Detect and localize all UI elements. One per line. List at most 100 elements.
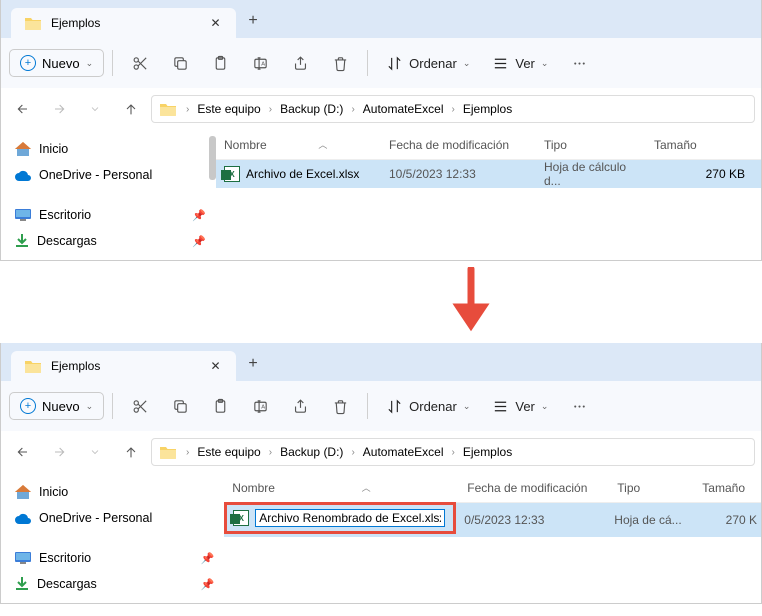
arrow-up-icon [123, 101, 139, 117]
forward-button[interactable] [43, 436, 75, 468]
new-tab-button[interactable]: + [236, 4, 270, 38]
chevron-down-icon: ⌄ [86, 401, 94, 412]
sort-button[interactable]: Ordenar ⌄ [376, 45, 480, 81]
pin-icon: 📌 [201, 552, 215, 565]
breadcrumb[interactable]: Backup (D:) [276, 443, 347, 461]
scissors-icon [132, 398, 149, 415]
sidebar-item-desktop[interactable]: Escritorio 📌 [1, 545, 224, 571]
breadcrumb[interactable]: Este equipo [193, 443, 264, 461]
separator [112, 50, 113, 76]
arrow-left-icon [15, 101, 31, 117]
breadcrumb[interactable]: Backup (D:) [276, 100, 347, 118]
sidebar-item-downloads[interactable]: Descargas 📌 [1, 228, 216, 254]
address-bar[interactable]: › Este equipo › Backup (D:) › AutomateEx… [151, 95, 755, 123]
back-button[interactable] [7, 93, 39, 125]
col-type[interactable]: Tipo [609, 481, 694, 495]
cut-button[interactable] [121, 388, 159, 424]
file-type: Hoja de cálculo d... [536, 160, 646, 188]
chevron-right-icon: › [184, 104, 191, 115]
rename-button[interactable]: A [241, 388, 279, 424]
sidebar-item-onedrive[interactable]: OneDrive - Personal [1, 162, 216, 188]
file-size: 270 K [699, 513, 761, 527]
chevron-down-icon [89, 103, 101, 115]
sidebar-item-downloads[interactable]: Descargas 📌 [1, 571, 224, 597]
separator [367, 50, 368, 76]
ellipsis-icon [571, 55, 588, 72]
view-button[interactable]: Ver ⌄ [482, 388, 558, 424]
copy-button[interactable] [161, 388, 199, 424]
view-icon [492, 55, 509, 72]
sort-button[interactable]: Ordenar ⌄ [376, 388, 480, 424]
new-button[interactable]: + Nuevo ⌄ [9, 49, 104, 77]
new-button[interactable]: + Nuevo ⌄ [9, 392, 104, 420]
close-icon[interactable]: ✕ [209, 359, 222, 373]
col-name[interactable]: Nombre︿ [216, 138, 381, 152]
sidebar-item-label: Inicio [39, 142, 68, 156]
breadcrumb[interactable]: Este equipo [193, 100, 264, 118]
col-name[interactable]: Nombre︿ [224, 481, 459, 495]
rename-button[interactable]: A [241, 45, 279, 81]
sort-label: Ordenar [409, 399, 457, 414]
forward-button[interactable] [43, 93, 75, 125]
paste-button[interactable] [201, 45, 239, 81]
file-row-renaming[interactable]: 0/5/2023 12:33 Hoja de cá... 270 K [224, 503, 761, 537]
breadcrumb[interactable]: Ejemplos [459, 443, 516, 461]
new-tab-button[interactable]: + [236, 347, 270, 381]
sidebar-item-home[interactable]: Inicio [1, 136, 216, 162]
tab-ejemplos[interactable]: Ejemplos ✕ [11, 351, 236, 381]
sidebar-item-label: Inicio [39, 485, 68, 499]
back-button[interactable] [7, 436, 39, 468]
delete-button[interactable] [321, 388, 359, 424]
sidebar-item-onedrive[interactable]: OneDrive - Personal [1, 505, 224, 531]
view-button[interactable]: Ver ⌄ [482, 45, 558, 81]
tab-ejemplos[interactable]: Ejemplos ✕ [11, 8, 236, 38]
close-icon[interactable]: ✕ [209, 16, 222, 30]
desktop-icon [15, 552, 31, 564]
folder-icon [25, 17, 41, 30]
file-row[interactable]: Archivo de Excel.xlsx 10/5/2023 12:33 Ho… [216, 160, 761, 188]
chevron-right-icon: › [184, 447, 191, 458]
paste-button[interactable] [201, 388, 239, 424]
arrow-right-icon [51, 444, 67, 460]
clipboard-icon [212, 398, 229, 415]
sidebar-item-label: OneDrive - Personal [39, 168, 152, 182]
recent-button[interactable] [79, 93, 111, 125]
col-size[interactable]: Tamaño [646, 138, 761, 152]
breadcrumb[interactable]: AutomateExcel [359, 100, 448, 118]
col-date[interactable]: Fecha de modificación [459, 481, 609, 495]
breadcrumb[interactable]: Ejemplos [459, 100, 516, 118]
share-button[interactable] [281, 45, 319, 81]
sidebar-item-home[interactable]: Inicio [1, 479, 224, 505]
home-icon [15, 485, 31, 499]
column-headers: Nombre︿ Fecha de modificación Tipo Tamañ… [224, 473, 761, 503]
tab-label: Ejemplos [51, 16, 199, 30]
share-button[interactable] [281, 388, 319, 424]
file-type: Hoja de cá... [614, 513, 699, 527]
chevron-down-icon: ⌄ [463, 58, 471, 69]
address-bar[interactable]: › Este equipo › Backup (D:) › AutomateEx… [151, 438, 755, 466]
scissors-icon [132, 55, 149, 72]
col-date[interactable]: Fecha de modificación [381, 138, 536, 152]
breadcrumb[interactable]: AutomateExcel [359, 443, 448, 461]
trash-icon [332, 398, 349, 415]
trash-icon [332, 55, 349, 72]
scrollbar-thumb[interactable] [209, 136, 216, 180]
up-button[interactable] [115, 93, 147, 125]
more-button[interactable] [560, 388, 598, 424]
excel-file-icon [233, 510, 249, 526]
rename-input[interactable] [255, 509, 445, 527]
col-type[interactable]: Tipo [536, 138, 646, 152]
sidebar: Inicio OneDrive - Personal Escritorio 📌 … [1, 473, 224, 603]
sidebar-item-desktop[interactable]: Escritorio 📌 [1, 202, 216, 228]
share-icon [292, 398, 309, 415]
copy-button[interactable] [161, 45, 199, 81]
up-button[interactable] [115, 436, 147, 468]
more-button[interactable] [560, 45, 598, 81]
col-size[interactable]: Tamaño [694, 481, 761, 495]
pin-icon: 📌 [201, 578, 215, 591]
delete-button[interactable] [321, 45, 359, 81]
desktop-icon [15, 209, 31, 221]
cut-button[interactable] [121, 45, 159, 81]
view-label: Ver [515, 399, 535, 414]
recent-button[interactable] [79, 436, 111, 468]
